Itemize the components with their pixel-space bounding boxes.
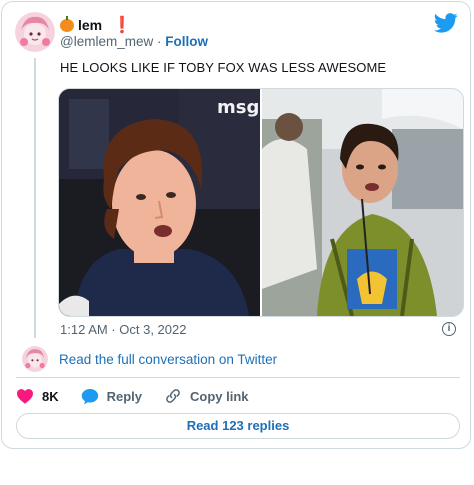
tweet-media[interactable]: msg bbox=[58, 88, 464, 317]
handle-separator: · bbox=[157, 34, 162, 49]
action-bar: 8K Reply Copy link bbox=[16, 387, 271, 405]
exclamation-emoji-icon: ❗ bbox=[112, 17, 133, 34]
author-handle[interactable]: @lemlem_mew bbox=[60, 34, 153, 49]
media-photo-right[interactable] bbox=[262, 89, 463, 316]
pumpkin-emoji-icon bbox=[60, 15, 74, 32]
info-icon[interactable]: i bbox=[442, 322, 456, 336]
media-sign-text: msg bbox=[217, 97, 259, 118]
tweet-text: HE LOOKS LIKE IF TOBY FOX WAS LESS AWESO… bbox=[60, 60, 387, 75]
tweet-timestamp[interactable]: 1:12 AM · Oct 3, 2022 bbox=[60, 322, 186, 337]
reply-bubble-icon bbox=[81, 388, 98, 404]
twitter-bird-icon[interactable] bbox=[434, 12, 458, 34]
conversation-avatar bbox=[22, 346, 48, 372]
reply-action[interactable]: Reply bbox=[81, 388, 142, 405]
tweet-card: lem ❗ @lemlem_mew · Follow HE LOOKS LIKE… bbox=[1, 1, 471, 449]
link-icon bbox=[166, 389, 180, 403]
divider bbox=[16, 377, 460, 378]
follow-link[interactable]: Follow bbox=[165, 34, 208, 49]
read-full-conversation-link[interactable]: Read the full conversation on Twitter bbox=[59, 352, 277, 367]
author-avatar[interactable] bbox=[15, 12, 55, 52]
author-handle-row: @lemlem_mew · Follow bbox=[60, 34, 208, 49]
like-action[interactable]: 8K bbox=[16, 388, 59, 404]
author-name[interactable]: lem bbox=[78, 17, 102, 33]
like-count: 8K bbox=[42, 388, 59, 404]
copy-link-action[interactable]: Copy link bbox=[164, 387, 249, 405]
media-photo-left[interactable]: msg bbox=[59, 89, 260, 316]
copy-link-label: Copy link bbox=[190, 388, 249, 404]
author-name-row[interactable]: lem ❗ bbox=[60, 15, 132, 35]
heart-icon bbox=[17, 389, 33, 404]
thread-line bbox=[34, 58, 36, 338]
read-replies-button[interactable]: Read 123 replies bbox=[16, 413, 460, 439]
reply-label: Reply bbox=[106, 388, 143, 404]
